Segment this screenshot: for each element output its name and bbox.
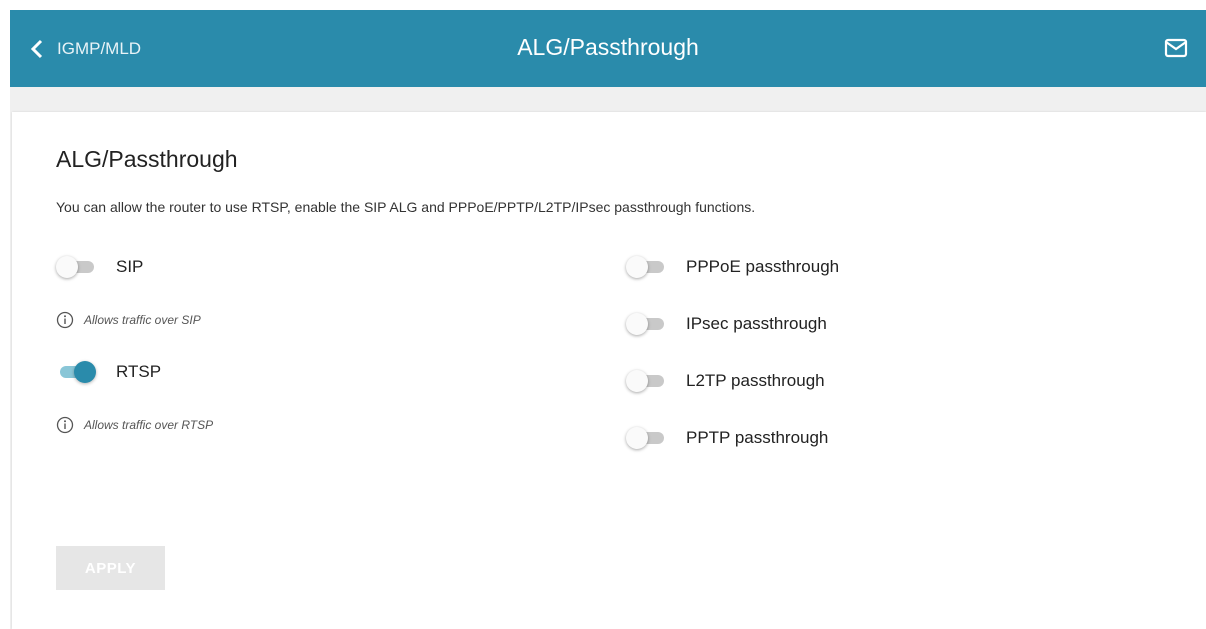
pptp-toggle-row[interactable]: PPTP passthrough (626, 426, 828, 450)
pppoe-toggle-row[interactable]: PPPoE passthrough (626, 255, 839, 279)
pptp-label: PPTP passthrough (686, 428, 829, 447)
app-frame: IGMP/MLD ALG/Passthrough ALG/Passthrough… (10, 10, 1206, 629)
settings-card: ALG/Passthrough You can allow the router… (12, 112, 1206, 629)
pptp-toggle[interactable] (626, 426, 666, 450)
l2tp-label: L2TP passthrough (686, 371, 825, 390)
l2tp-toggle-row[interactable]: L2TP passthrough (626, 369, 825, 393)
pppoe-label: PPPoE passthrough (686, 257, 840, 276)
rtsp-label: RTSP (116, 362, 162, 381)
section-description: You can allow the router to use RTSP, en… (56, 199, 756, 215)
page-title: ALG/Passthrough (517, 34, 699, 60)
ipsec-label: IPsec passthrough (686, 314, 827, 333)
sip-toggle-row[interactable]: SIP (56, 255, 143, 279)
sip-hint: Allows traffic over SIP (56, 311, 201, 329)
envelope-icon[interactable] (1164, 38, 1188, 58)
sip-toggle[interactable] (56, 255, 96, 279)
rtsp-hint: Allows traffic over RTSP (56, 416, 213, 434)
l2tp-toggle[interactable] (626, 369, 666, 393)
rtsp-hint-text: Allows traffic over RTSP (84, 418, 214, 432)
top-bar: IGMP/MLD ALG/Passthrough (10, 10, 1206, 87)
pppoe-toggle[interactable] (626, 255, 666, 279)
rtsp-toggle-row[interactable]: RTSP (56, 360, 161, 384)
apply-button[interactable]: APPLY (56, 546, 165, 590)
rtsp-toggle[interactable] (56, 360, 96, 384)
ipsec-toggle[interactable] (626, 312, 666, 336)
info-icon (56, 416, 74, 434)
section-title: ALG/Passthrough (56, 146, 238, 172)
info-icon (56, 311, 74, 329)
sip-hint-text: Allows traffic over SIP (84, 313, 201, 327)
ipsec-toggle-row[interactable]: IPsec passthrough (626, 312, 827, 336)
sip-label: SIP (116, 257, 144, 276)
